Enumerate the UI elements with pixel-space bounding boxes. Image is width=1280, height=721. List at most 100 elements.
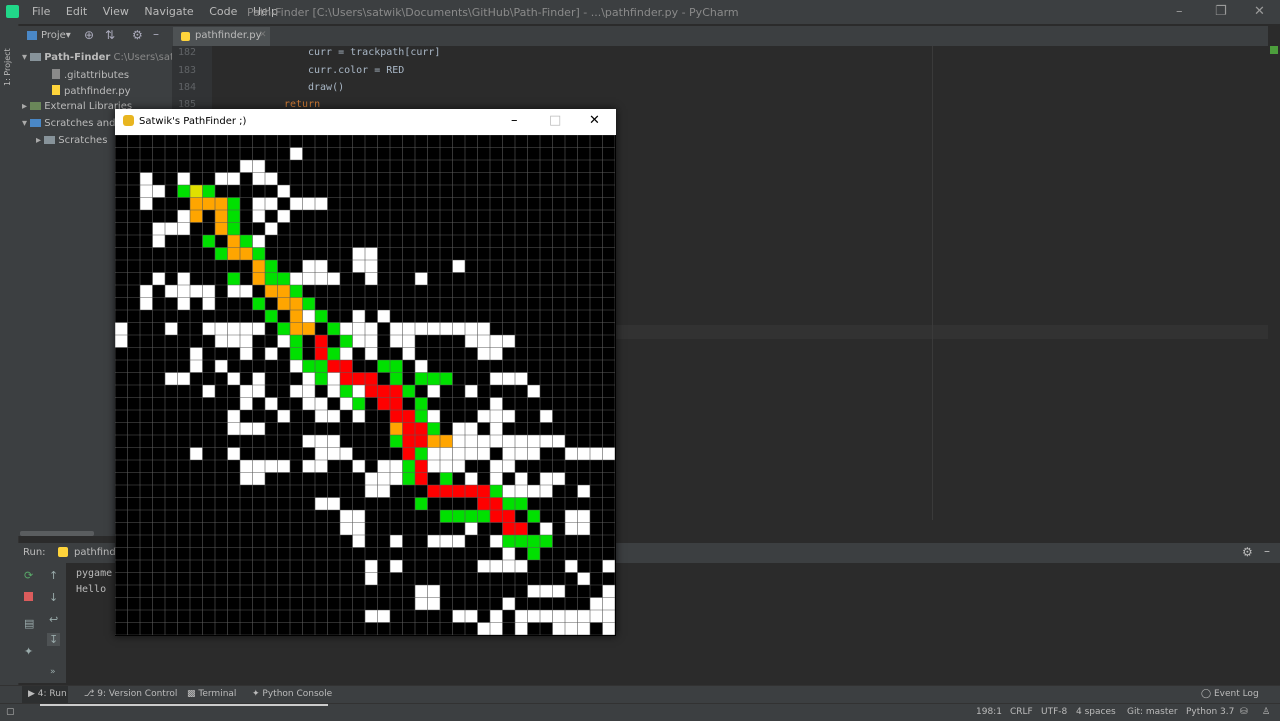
wall-cell[interactable] [302,310,316,323]
wall-cell[interactable] [602,560,616,573]
path-cell[interactable] [340,360,353,373]
wall-cell[interactable] [252,197,266,211]
indent-setting[interactable]: 4 spaces [1076,707,1116,717]
closed-cell[interactable] [252,272,266,286]
wall-cell[interactable] [265,397,278,411]
wall-cell[interactable] [540,610,553,623]
wall-cell[interactable] [302,397,316,411]
wall-cell[interactable] [340,347,353,361]
wall-cell[interactable] [490,397,503,411]
wall-cell[interactable] [140,172,153,186]
path-cell[interactable] [402,435,416,448]
open-cell[interactable] [452,510,466,523]
wall-cell[interactable] [152,272,166,286]
wall-cell[interactable] [465,322,478,336]
wall-cell[interactable] [490,622,503,636]
wall-cell[interactable] [415,597,428,611]
wall-cell[interactable] [315,272,328,286]
wall-cell[interactable] [315,410,328,423]
wall-cell[interactable] [490,335,503,348]
open-cell[interactable] [415,497,428,511]
open-cell[interactable] [527,510,541,523]
path-cell[interactable] [352,372,366,386]
horizontal-scrollbar[interactable] [20,531,94,536]
wall-cell[interactable] [502,435,516,448]
wall-cell[interactable] [465,335,478,348]
wall-cell[interactable] [477,347,491,361]
lock-icon[interactable]: ⛁ [1240,707,1248,717]
path-cell[interactable] [365,385,378,398]
wall-cell[interactable] [477,447,491,461]
wall-cell[interactable] [252,235,266,248]
arrow-down-icon[interactable]: ↓ [49,591,58,604]
wall-cell[interactable] [527,435,541,448]
wall-cell[interactable] [277,460,291,473]
path-cell[interactable] [402,422,416,436]
wall-cell[interactable] [327,272,341,286]
wall-cell[interactable] [427,585,441,598]
wall-cell[interactable] [577,622,591,636]
wall-cell[interactable] [490,347,503,361]
wall-cell[interactable] [327,372,341,386]
wall-cell[interactable] [602,622,616,636]
wall-cell[interactable] [490,422,503,436]
wall-cell[interactable] [240,285,253,298]
tree-root[interactable]: ▾ Path-Finder C:\Users\satw [22,52,182,63]
wall-cell[interactable] [115,322,128,336]
wall-cell[interactable] [177,272,191,286]
closed-cell[interactable] [215,210,228,223]
path-cell[interactable] [377,385,391,398]
wall-cell[interactable] [402,347,416,361]
path-cell[interactable] [477,485,491,498]
wall-cell[interactable] [565,510,578,523]
event-log-button[interactable]: ◯ Event Log [1201,689,1259,699]
wall-cell[interactable] [465,472,478,486]
wall-cell[interactable] [365,335,378,348]
closed-cell[interactable] [440,435,453,448]
wall-cell[interactable] [552,585,566,598]
wall-cell[interactable] [552,472,566,486]
wall-cell[interactable] [427,385,441,398]
wall-cell[interactable] [565,610,578,623]
wall-cell[interactable] [365,472,378,486]
path-cell[interactable] [327,360,341,373]
open-cell[interactable] [252,247,266,261]
wall-cell[interactable] [477,560,491,573]
open-cell[interactable] [265,260,278,273]
open-cell[interactable] [527,535,541,548]
path-cell[interactable] [390,397,403,411]
closed-cell[interactable] [252,260,266,273]
open-cell[interactable] [427,422,441,436]
wall-cell[interactable] [290,272,303,286]
wall-cell[interactable] [402,335,416,348]
path-cell[interactable] [365,372,378,386]
wall-cell[interactable] [290,385,303,398]
wall-cell[interactable] [352,260,366,273]
scroll-to-end-icon[interactable]: ↧ [47,633,61,646]
soft-wrap-icon[interactable]: ↩ [49,613,58,626]
path-cell[interactable] [390,410,403,423]
wall-cell[interactable] [340,522,353,536]
wall-cell[interactable] [177,222,191,236]
wall-cell[interactable] [352,410,366,423]
open-cell[interactable] [315,372,328,386]
wall-cell[interactable] [227,410,241,423]
wall-cell[interactable] [552,610,566,623]
open-cell[interactable] [415,447,428,461]
wall-cell[interactable] [590,610,603,623]
closed-cell[interactable] [290,297,303,311]
wall-cell[interactable] [540,410,553,423]
wall-cell[interactable] [490,460,503,473]
wall-cell[interactable] [265,197,278,211]
wall-cell[interactable] [502,460,516,473]
open-cell[interactable] [515,535,528,548]
wall-cell[interactable] [390,460,403,473]
wall-cell[interactable] [315,460,328,473]
wall-cell[interactable] [377,460,391,473]
wall-cell[interactable] [302,460,316,473]
wall-cell[interactable] [115,335,128,348]
wall-cell[interactable] [327,435,341,448]
path-cell[interactable] [477,497,491,511]
wall-cell[interactable] [390,472,403,486]
wall-cell[interactable] [502,560,516,573]
